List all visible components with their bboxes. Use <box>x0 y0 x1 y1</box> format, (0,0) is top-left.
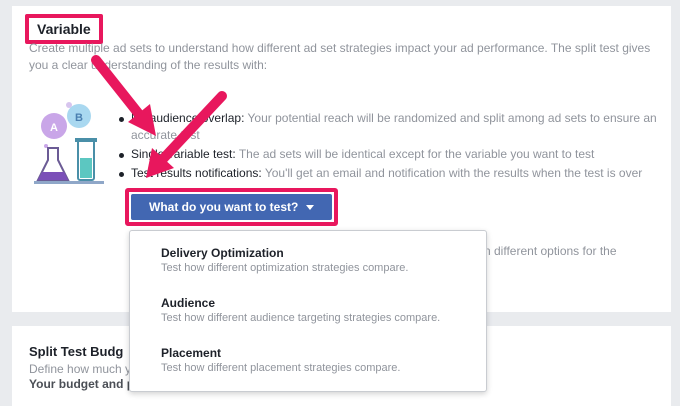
benefit-item: No audience overlap: Your potential reac… <box>117 110 665 144</box>
bubble-b-label: B <box>75 112 83 124</box>
menu-item-description: Test how different placement strategies … <box>161 362 401 374</box>
caret-down-icon <box>306 204 315 210</box>
test-variable-dropdown-menu: Delivery Optimization Test how different… <box>129 230 487 392</box>
variable-intro-text: Create multiple ad sets to understand ho… <box>29 41 651 72</box>
benefit-list: No audience overlap: Your potential reac… <box>117 110 665 184</box>
menu-item-description: Test how different optimization strategi… <box>161 262 409 274</box>
menu-item-title: Placement <box>161 346 222 360</box>
what-to-test-dropdown-button[interactable]: What do you want to test? <box>131 194 333 220</box>
menu-item-title: Audience <box>161 296 216 310</box>
obscured-text: n different options for the <box>484 244 617 258</box>
menu-item-placement[interactable]: Placement Test how different placement s… <box>161 345 481 376</box>
benefit-item: Single variable test: The ad sets will b… <box>117 146 665 163</box>
menu-item-title: Delivery Optimization <box>161 246 284 260</box>
menu-item-delivery-optimization[interactable]: Delivery Optimization Test how different… <box>161 245 481 276</box>
budget-strong-text: Your budget and p <box>29 377 135 391</box>
menu-item-audience[interactable]: Audience Test how different audience tar… <box>161 295 481 326</box>
menu-item-description: Test how different audience targeting st… <box>161 312 441 324</box>
budget-description: Define how much y <box>29 362 132 376</box>
benefit-item: Test results notifications: You'll get a… <box>117 165 665 182</box>
budget-section-title: Split Test Budg <box>29 344 124 359</box>
test-button-highlight: What do you want to test? <box>125 188 339 226</box>
what-to-test-label: What do you want to test? <box>149 200 299 214</box>
bubble-a-label: A <box>50 122 58 134</box>
science-flask-icon: A B <box>34 102 106 188</box>
